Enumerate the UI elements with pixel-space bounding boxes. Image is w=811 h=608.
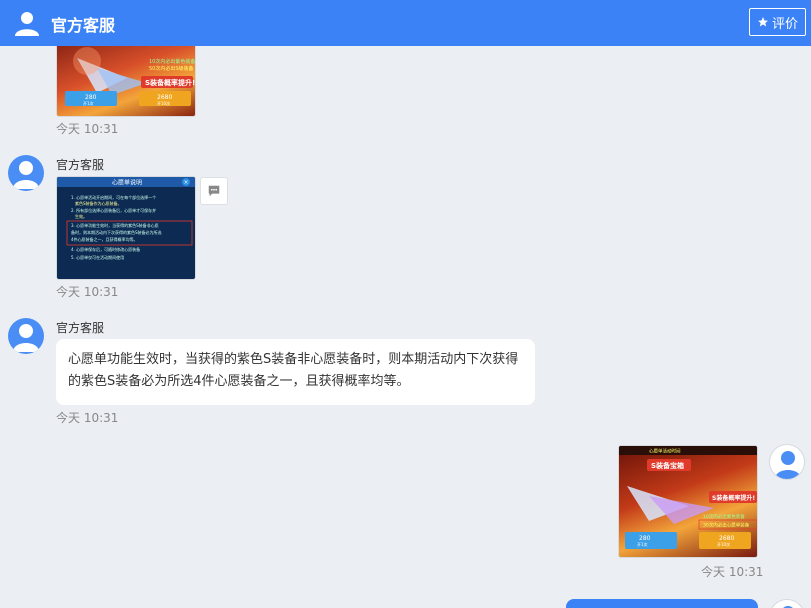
svg-text:备时，则本期活动内下次获得的紫色S装备必为所选: 备时，则本期活动内下次获得的紫色S装备必为所选	[71, 229, 162, 235]
s-box-banner-image: 心愿单活动时间 S装备宝箱 S装备概率提升! 10次内必出紫色装备 30次内必出…	[619, 446, 757, 549]
message-text: 心愿单功能生效时，当获得的紫色S装备非心愿装备时，则本期活动内下次获得的紫色S装…	[68, 352, 519, 389]
wishlist-rules-image: 心愿单说明 × 1. 心愿单活动开启期间，可在每个部位选择一个 紫色S装备作为心…	[57, 177, 195, 260]
svg-text:2680: 2680	[719, 535, 734, 542]
message-time: 今天 10:31	[56, 122, 119, 136]
comment-icon	[208, 185, 220, 197]
svg-text:2680: 2680	[157, 94, 172, 101]
message-time: 今天 10:31	[56, 411, 119, 425]
svg-text:S装备宝箱: S装备宝箱	[651, 461, 684, 470]
message-image-probability[interactable]: 10次内必出紫色装备 50次内必出S级装备 S装备概率提升! 280 开1次 2…	[56, 46, 196, 117]
outgoing-message-bubble[interactable]	[566, 599, 758, 608]
svg-text:30次内必出心愿单装备: 30次内必出心愿单装备	[703, 522, 750, 529]
chat-header: 官方客服 评价	[0, 0, 811, 46]
svg-text:S装备概率提升!: S装备概率提升!	[712, 494, 755, 502]
user-avatar-icon	[769, 599, 805, 608]
svg-text:5. 心愿单仅可在活动期间使用: 5. 心愿单仅可在活动期间使用	[71, 254, 124, 260]
probability-banner-image: 10次内必出紫色装备 50次内必出S级装备 S装备概率提升! 280 开1次 2…	[65, 47, 195, 106]
agent-avatar-icon	[8, 155, 44, 191]
svg-text:×: ×	[183, 179, 188, 186]
svg-text:10次内必出紫色装备: 10次内必出紫色装备	[703, 513, 745, 520]
svg-text:1. 心愿单活动开启期间，可在每个部位选择一个: 1. 心愿单活动开启期间，可在每个部位选择一个	[71, 194, 156, 200]
chat-messages[interactable]: 10次内必出紫色装备 50次内必出S级装备 S装备概率提升! 280 开1次 2…	[0, 46, 811, 608]
agent-avatar-icon	[8, 318, 44, 354]
svg-text:4件心愿装备之一，且获得概率均等。: 4件心愿装备之一，且获得概率均等。	[71, 236, 138, 242]
svg-text:紫色S装备作为心愿装备。: 紫色S装备作为心愿装备。	[75, 200, 122, 206]
message-text-bubble[interactable]: 心愿单功能生效时，当获得的紫色S装备非心愿装备时，则本期活动内下次获得的紫色S装…	[56, 339, 535, 405]
svg-text:S装备概率提升!: S装备概率提升!	[145, 78, 195, 87]
agent-avatar-icon	[14, 10, 40, 36]
svg-text:开10次: 开10次	[717, 541, 730, 547]
svg-text:开10次: 开10次	[157, 100, 170, 106]
svg-text:开1次: 开1次	[83, 100, 94, 106]
svg-text:2. 所有部位选择心愿装备后，心愿单才可保存并: 2. 所有部位选择心愿装备后，心愿单才可保存并	[71, 207, 156, 213]
svg-text:280: 280	[639, 535, 651, 542]
rate-label: 评价	[771, 16, 798, 32]
svg-text:生效。: 生效。	[75, 213, 87, 219]
message-image-wishlist-rules[interactable]: 心愿单说明 × 1. 心愿单活动开启期间，可在每个部位选择一个 紫色S装备作为心…	[56, 176, 196, 280]
message-image-s-equipment-box[interactable]: 心愿单活动时间 S装备宝箱 S装备概率提升! 10次内必出紫色装备 30次内必出…	[618, 445, 758, 558]
sender-name: 官方客服	[56, 321, 105, 335]
message-time: 今天 10:31	[56, 285, 119, 299]
star-icon	[757, 17, 768, 27]
svg-text:4. 心愿单保存后，可随时修改心愿装备: 4. 心愿单保存后，可随时修改心愿装备	[71, 246, 140, 252]
quote-button[interactable]	[200, 177, 228, 205]
svg-text:3. 心愿单功能生效时，当获得的紫色S装备非心愿: 3. 心愿单功能生效时，当获得的紫色S装备非心愿	[71, 222, 159, 228]
page-title: 官方客服	[51, 16, 116, 35]
svg-text:心愿单说明: 心愿单说明	[112, 179, 142, 187]
svg-text:50次内必出S级装备: 50次内必出S级装备	[149, 65, 194, 72]
svg-text:10次内必出紫色装备: 10次内必出紫色装备	[149, 58, 195, 65]
message-time: 今天 10:31	[701, 565, 764, 579]
sender-name: 官方客服	[56, 158, 105, 172]
rate-button[interactable]: 评价	[749, 8, 806, 36]
svg-text:280: 280	[85, 94, 97, 101]
svg-text:开1次: 开1次	[637, 541, 648, 547]
user-avatar-icon	[769, 444, 805, 480]
svg-text:心愿单活动时间: 心愿单活动时间	[649, 448, 681, 455]
